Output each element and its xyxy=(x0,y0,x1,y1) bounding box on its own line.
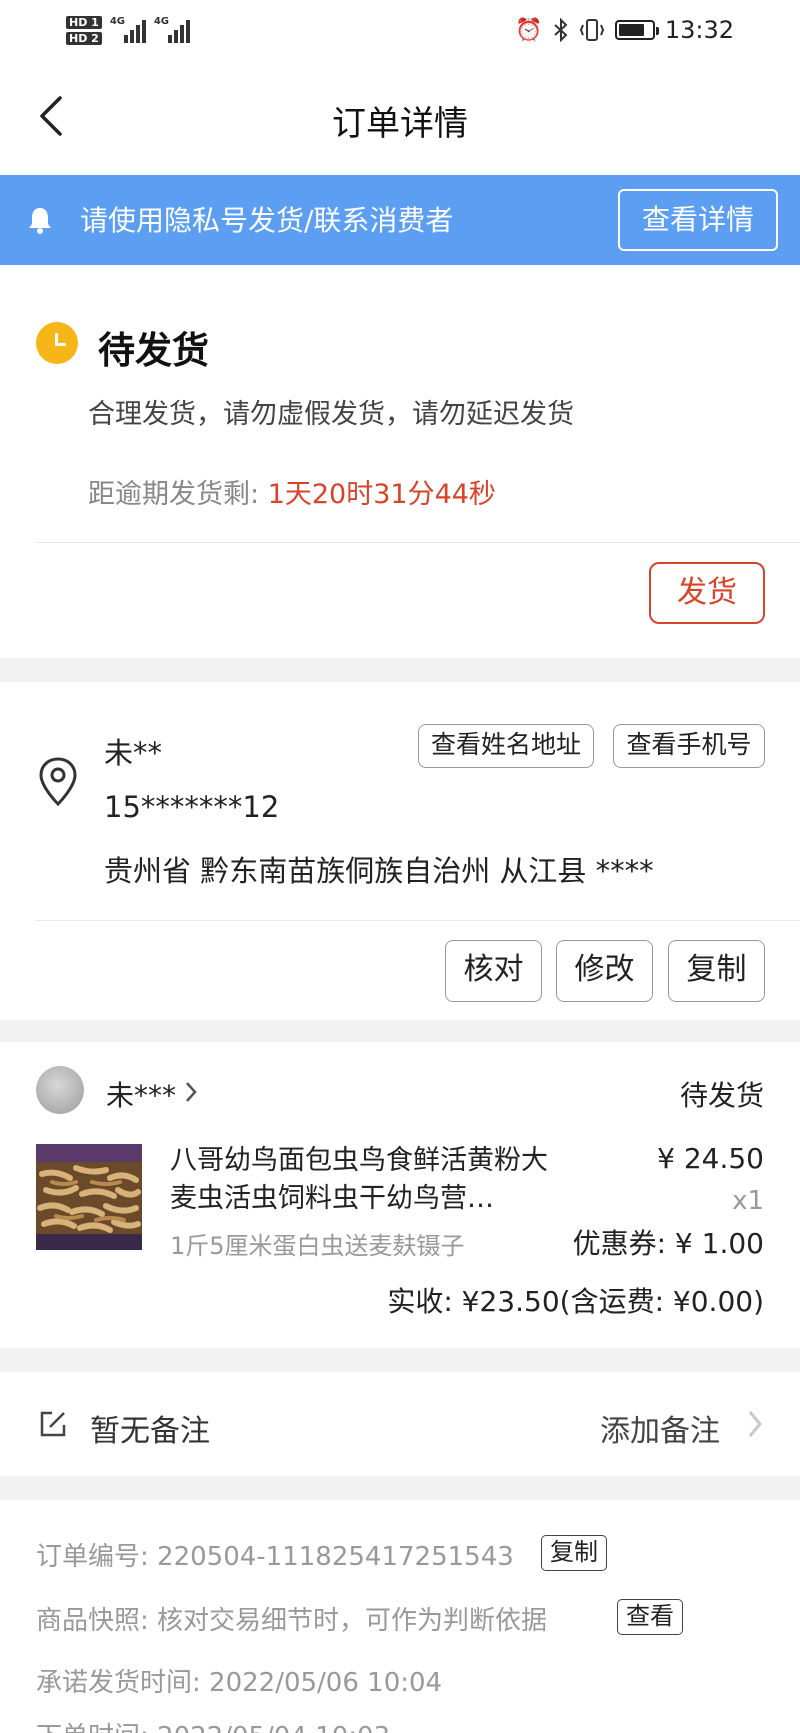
shipping-rule-text: 合理发货，请勿虚假发货，请勿延迟发货 xyxy=(88,399,574,430)
status-bar-left: HD 1 HD 2 4G 4G xyxy=(66,10,190,50)
product-quantity: x1 xyxy=(732,1186,764,1216)
edit-note-icon xyxy=(40,1411,66,1437)
countdown-label: 距逾期发货剩: xyxy=(88,479,268,510)
recipient-name: 未** xyxy=(104,736,163,770)
view-details-button[interactable]: 查看详情 xyxy=(618,189,778,251)
promise-time-row: 承诺发货时间: 2022/05/06 10:04 xyxy=(36,1662,442,1699)
signal-icon: 4G xyxy=(110,17,146,43)
chevron-right-icon[interactable] xyxy=(746,1408,764,1440)
buyer-name[interactable]: 未*** xyxy=(106,1074,176,1114)
order-number: 220504-111825417251543 xyxy=(157,1542,514,1572)
snapshot-label: 商品快照: xyxy=(36,1606,158,1636)
view-snapshot-button[interactable]: 查看 xyxy=(617,1599,683,1635)
remark-text: 暂无备注 xyxy=(90,1414,210,1449)
order-time-label: 下单时间: xyxy=(36,1722,157,1733)
product-spec: 1斤5厘米蛋白虫送麦麸镊子 xyxy=(170,1232,465,1260)
clock-icon xyxy=(36,322,78,364)
snapshot-row: 商品快照: 核对交易细节时，可作为判断依据 xyxy=(36,1600,547,1637)
goods-status: 待发货 xyxy=(679,1079,764,1112)
notice-text: 请使用隐私号发货/联系消费者 xyxy=(80,204,454,237)
copy-order-number-button[interactable]: 复制 xyxy=(541,1535,607,1571)
recipient-phone: 15*******12 xyxy=(104,790,280,824)
network1-label: 4G xyxy=(109,16,125,27)
order-status-title: 待发货 xyxy=(98,329,209,372)
product-thumbnail[interactable] xyxy=(36,1144,142,1250)
ship-countdown: 距逾期发货剩: 1天20时31分44秒 xyxy=(88,472,496,511)
nav-bar: 订单详情 xyxy=(0,60,800,175)
copy-address-button[interactable]: 复制 xyxy=(668,940,765,1002)
signal-icon: 4G xyxy=(154,17,190,43)
countdown-value: 1天20时31分44秒 xyxy=(267,479,496,510)
chevron-right-icon[interactable] xyxy=(184,1080,198,1104)
modify-button[interactable]: 修改 xyxy=(556,940,653,1002)
privacy-notice-banner: 请使用隐私号发货/联系消费者 查看详情 xyxy=(0,175,800,265)
divider xyxy=(36,542,800,543)
bell-icon xyxy=(29,208,51,234)
order-number-row: 订单编号: 220504-111825417251543 xyxy=(36,1536,514,1573)
vibrate-icon xyxy=(579,19,604,41)
battery-icon xyxy=(614,20,659,40)
add-remark-link[interactable]: 添加备注 xyxy=(600,1406,720,1450)
order-time-row: 下单时间: 2022/05/04 10:03 xyxy=(36,1716,390,1733)
paid-amount: 实收: ¥23.50(含运费: ¥0.00) xyxy=(387,1285,764,1318)
product-price: ¥ 24.50 xyxy=(657,1142,764,1175)
verify-button[interactable]: 核对 xyxy=(445,940,542,1002)
page-title: 订单详情 xyxy=(332,104,468,144)
avatar xyxy=(36,1066,84,1114)
divider xyxy=(36,920,800,921)
status-bar: HD 1 HD 2 4G 4G ⏰ 13:32 xyxy=(0,0,800,60)
snapshot-text: 核对交易细节时，可作为判断依据 xyxy=(157,1606,548,1636)
product-title[interactable]: 八哥幼鸟面包虫鸟食鲜活黄粉大麦虫活虫饲料虫干幼鸟营… xyxy=(170,1142,560,1218)
network2-label: 4G xyxy=(153,16,169,27)
promise-time: 2022/05/06 10:04 xyxy=(209,1668,443,1698)
recipient-address: 贵州省 黔东南苗族侗族自治州 从江县 **** xyxy=(104,854,654,888)
promise-time-label: 承诺发货时间: xyxy=(36,1668,210,1698)
sim1-badge: HD 1 xyxy=(66,15,102,29)
order-number-label: 订单编号: xyxy=(36,1542,158,1572)
alarm-icon: ⏰ xyxy=(515,17,543,43)
sim2-badge: HD 2 xyxy=(66,31,102,45)
ship-button[interactable]: 发货 xyxy=(649,562,765,624)
clock-time: 13:32 xyxy=(664,16,734,44)
coupon-amount: 优惠券: ¥ 1.00 xyxy=(572,1227,764,1260)
status-bar-right: ⏰ 13:32 xyxy=(515,12,734,48)
order-time: 2022/05/04 10:03 xyxy=(157,1722,390,1733)
view-name-address-button[interactable]: 查看姓名地址 xyxy=(418,724,594,768)
location-pin-icon xyxy=(39,757,77,807)
bluetooth-icon xyxy=(554,18,568,42)
view-phone-button[interactable]: 查看手机号 xyxy=(613,724,765,768)
